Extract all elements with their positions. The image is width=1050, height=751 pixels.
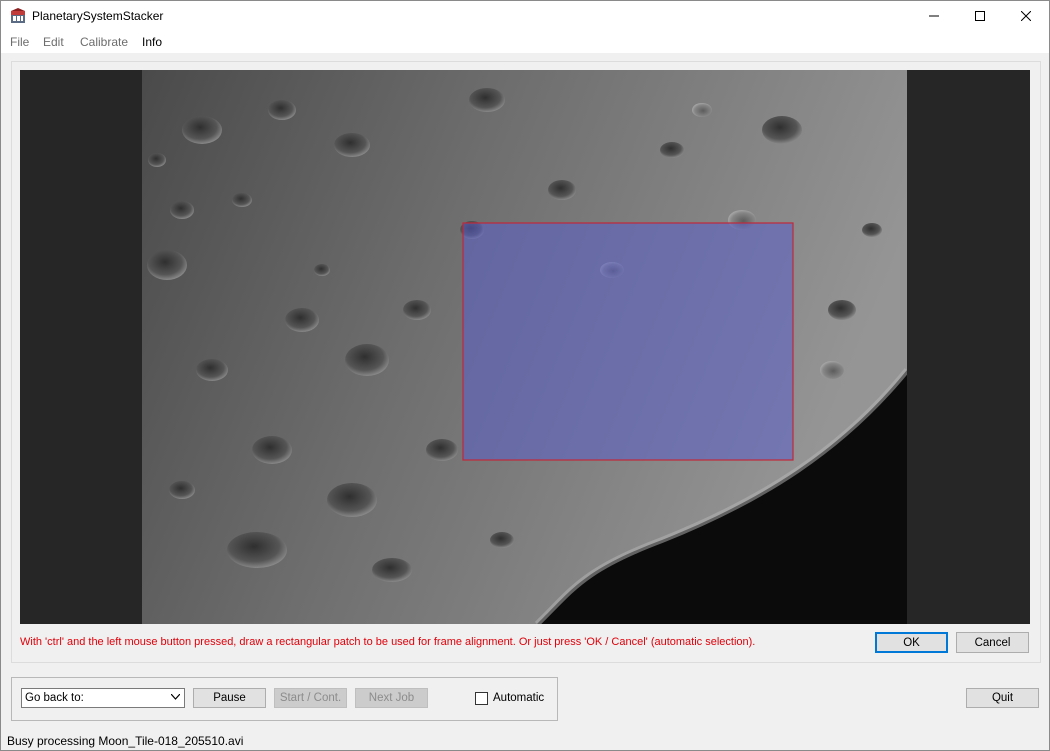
status-bar-text: Busy processing Moon_Tile-018_205510.avi <box>7 734 244 748</box>
close-button[interactable] <box>1003 1 1049 31</box>
minimize-button[interactable] <box>911 1 957 31</box>
menu-edit[interactable]: Edit <box>43 35 64 49</box>
moon-image[interactable] <box>142 70 907 624</box>
window-title: PlanetarySystemStacker <box>32 9 164 23</box>
chevron-down-icon <box>171 694 180 700</box>
go-back-dropdown[interactable]: Go back to: <box>21 688 185 708</box>
maximize-button[interactable] <box>957 1 1003 31</box>
pause-button[interactable]: Pause <box>193 688 266 708</box>
menu-file[interactable]: File <box>10 35 29 49</box>
close-icon <box>1021 11 1031 21</box>
next-job-button[interactable]: Next Job <box>355 688 428 708</box>
automatic-checkbox[interactable] <box>475 692 488 705</box>
instruction-text: With 'ctrl' and the left mouse button pr… <box>20 636 756 648</box>
ok-button[interactable]: OK <box>875 632 948 653</box>
start-continue-button[interactable]: Start / Cont. <box>274 688 347 708</box>
alignment-patch-selection[interactable] <box>462 222 794 461</box>
menu-bar: File Edit Calibrate Info <box>1 31 1049 53</box>
automatic-checkbox-label: Automatic <box>493 692 545 704</box>
frame-viewer[interactable] <box>20 70 1030 624</box>
maximize-icon <box>975 11 985 21</box>
cancel-button[interactable]: Cancel <box>956 632 1029 653</box>
quit-button[interactable]: Quit <box>966 688 1039 708</box>
menu-calibrate[interactable]: Calibrate <box>80 35 128 49</box>
minimize-icon <box>929 15 939 17</box>
title-bar[interactable]: PlanetarySystemStacker <box>1 1 1049 31</box>
app-icon <box>11 8 25 23</box>
go-back-dropdown-value: Go back to: <box>25 692 84 704</box>
menu-info[interactable]: Info <box>142 35 162 49</box>
